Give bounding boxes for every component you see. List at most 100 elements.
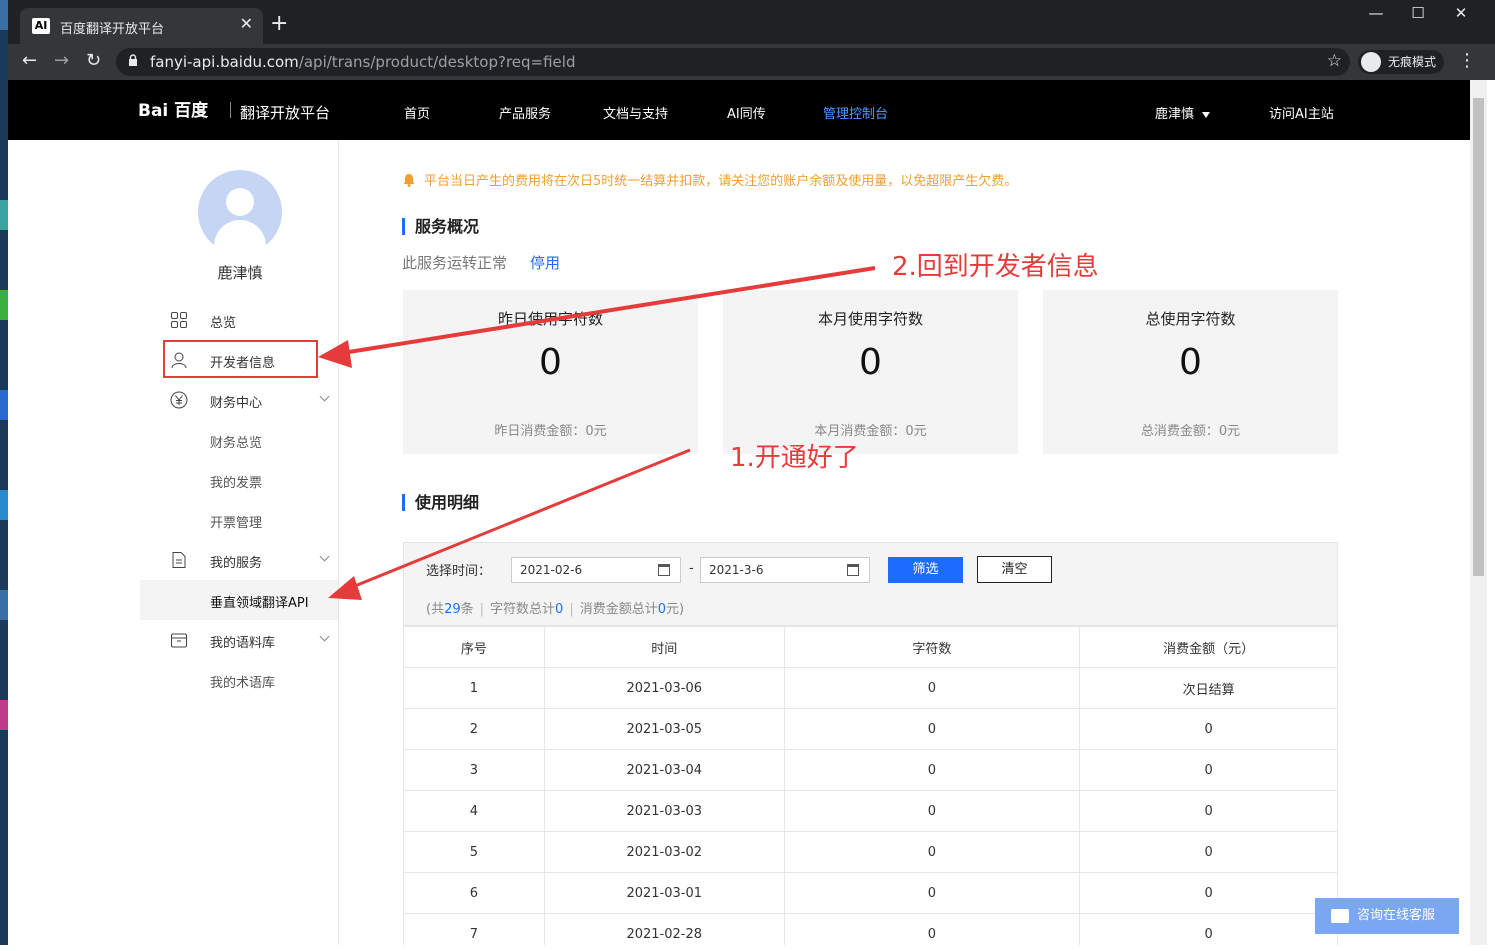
filter-label: 选择时间： <box>426 564 492 579</box>
start-date-value: 2021-02-6 <box>520 563 583 577</box>
nav-console[interactable]: 管理控制台 <box>823 103 888 122</box>
chevron-down-icon <box>319 391 330 402</box>
sidebar-item-my-corpus[interactable]: 我的语料库 <box>140 620 338 660</box>
visit-ai-link[interactable]: 访问AI主站 <box>1269 103 1334 122</box>
nav-ai-interpret[interactable]: AI同传 <box>727 103 766 122</box>
table-cell: 0 <box>783 790 1081 832</box>
clear-button[interactable]: 清空 <box>977 556 1052 583</box>
favicon-icon: AI <box>32 18 50 34</box>
incognito-label: 无痕模式 <box>1388 55 1437 69</box>
stat-label: 昨日使用字符数 <box>497 310 603 328</box>
desktop-icon <box>0 590 8 620</box>
back-icon[interactable]: ← <box>22 50 37 71</box>
end-date-input[interactable]: 2021-3-6 <box>700 557 870 583</box>
new-tab-icon[interactable]: + <box>270 12 288 36</box>
disable-service-link[interactable]: 停用 <box>530 252 560 273</box>
service-status: 此服务运转正常 <box>402 254 508 272</box>
desktop-icon <box>0 200 8 230</box>
browser-chrome: AI 百度翻译开放平台 ✕ + — ☐ ✕ ← → ↻ fanyi-api.ba… <box>8 0 1495 80</box>
browser-tab[interactable]: AI 百度翻译开放平台 ✕ <box>20 8 263 44</box>
table-row: 4 2021-03-03 0 0 <box>403 790 1338 832</box>
user-menu[interactable]: 鹿津慎 <box>1155 103 1211 122</box>
date-range-dash: - <box>689 561 694 576</box>
table-cell: 2021-03-01 <box>543 872 785 914</box>
table-cell: 0 <box>1079 831 1338 873</box>
table-cell: 0 <box>1079 913 1338 945</box>
column-header: 字符数 <box>783 626 1081 668</box>
stat-value: 0 <box>859 342 882 383</box>
table-row: 7 2021-02-28 0 0 <box>403 913 1338 945</box>
filter-button[interactable]: 筛选 <box>888 557 963 583</box>
stat-card-month: 本月使用字符数 0 本月消费金额：0元 <box>723 290 1018 454</box>
scroll-thumb[interactable] <box>1473 98 1484 576</box>
minimize-icon[interactable]: — <box>1356 4 1396 22</box>
table-cell: 2 <box>403 708 545 750</box>
stat-subtext: 总消费金额：0元 <box>1140 424 1241 439</box>
annotation-activated: 1.开通好了 <box>730 443 859 473</box>
bookmark-star-icon[interactable]: ☆ <box>1327 51 1342 71</box>
table-row: 5 2021-03-02 0 0 <box>403 831 1338 873</box>
calendar-icon <box>658 564 670 576</box>
stat-subtext: 昨日消费金额：0元 <box>494 424 607 439</box>
sidebar: 鹿津慎 总览 开发者信息 财务中心 财务总览 我的发票 开票管理 我的服务 垂直… <box>8 140 339 945</box>
table-cell: 2021-02-28 <box>543 913 785 945</box>
sidebar-item-label: 我的语料库 <box>210 636 276 651</box>
menu-kebab-icon[interactable]: ⋮ <box>1458 50 1476 71</box>
caret-down-icon <box>1202 111 1211 118</box>
stat-card-yesterday: 昨日使用字符数 0 昨日消费金额：0元 <box>403 290 698 454</box>
sidebar-item-label: 我的服务 <box>210 556 263 571</box>
sidebar-item-my-termbase[interactable]: 我的术语库 <box>140 660 338 700</box>
table-cell: 6 <box>403 872 545 914</box>
nav-products[interactable]: 产品服务 <box>499 103 551 122</box>
sidebar-item-invoice-management[interactable]: 开票管理 <box>140 500 338 540</box>
column-header: 时间 <box>543 626 785 668</box>
annotation-highlight-box <box>163 340 318 378</box>
stat-label: 本月使用字符数 <box>817 310 923 328</box>
grid-icon <box>171 312 187 328</box>
sidebar-item-finance-overview[interactable]: 财务总览 <box>140 420 338 460</box>
table-cell: 0 <box>783 831 1081 873</box>
sidebar-item-vertical-domain-api[interactable]: 垂直领域翻译API <box>140 580 338 620</box>
table-row: 1 2021-03-06 0 次日结算 <box>403 667 1338 709</box>
column-header: 消费金额（元） <box>1079 626 1338 668</box>
incognito-badge[interactable]: 无痕模式 <box>1358 50 1445 74</box>
sidebar-item-my-services[interactable]: 我的服务 <box>140 540 338 580</box>
calendar-icon <box>847 564 859 576</box>
desktop-edge <box>0 0 8 951</box>
table-cell: 0 <box>1079 749 1338 791</box>
page-scrollbar[interactable] <box>1470 80 1487 945</box>
archive-icon <box>171 633 187 648</box>
usage-summary: (共29条 | 字符数总计0 | 消费金额总计0元) <box>426 602 685 617</box>
sidebar-item-finance[interactable]: 财务中心 <box>140 380 338 420</box>
tab-close-icon[interactable]: ✕ <box>240 14 253 33</box>
reload-icon[interactable]: ↻ <box>86 50 101 71</box>
maximize-icon[interactable]: ☐ <box>1398 4 1438 22</box>
nav-home[interactable]: 首页 <box>404 103 430 122</box>
chat-icon <box>1331 909 1349 923</box>
table-cell: 0 <box>1079 872 1338 914</box>
online-support-button[interactable]: 咨询在线客服 <box>1315 898 1459 934</box>
sidebar-item-overview[interactable]: 总览 <box>140 300 338 340</box>
start-date-input[interactable]: 2021-02-6 <box>511 557 681 583</box>
nav-docs[interactable]: 文档与支持 <box>603 103 668 122</box>
sidebar-item-my-invoices[interactable]: 我的发票 <box>140 460 338 500</box>
table-row: 2 2021-03-05 0 0 <box>403 708 1338 750</box>
table-row: 6 2021-03-01 0 0 <box>403 872 1338 914</box>
table-cell: 1 <box>403 667 545 709</box>
close-window-icon[interactable]: ✕ <box>1441 4 1481 22</box>
table-cell: 次日结算 <box>1079 667 1338 709</box>
logo-divider <box>230 102 231 118</box>
baidu-logo[interactable]: Bai 百度 <box>138 96 208 121</box>
forward-icon[interactable]: → <box>54 50 69 71</box>
sidebar-item-label: 我的发票 <box>210 476 263 491</box>
avatar <box>198 170 282 254</box>
sidebar-item-label: 我的术语库 <box>210 676 276 691</box>
address-bar[interactable]: fanyi-api.baidu.com/api/trans/product/de… <box>116 48 1350 76</box>
sidebar-item-label: 开票管理 <box>210 516 263 531</box>
bell-icon <box>403 174 415 187</box>
table-cell: 2021-03-02 <box>543 831 785 873</box>
desktop-icon <box>0 700 8 730</box>
usage-table: 序号 时间 字符数 消费金额（元） 1 2021-03-06 0 次日结算 2 2021-… <box>403 626 1338 945</box>
table-cell: 0 <box>783 667 1081 709</box>
platform-name[interactable]: 翻译开放平台 <box>240 102 330 123</box>
